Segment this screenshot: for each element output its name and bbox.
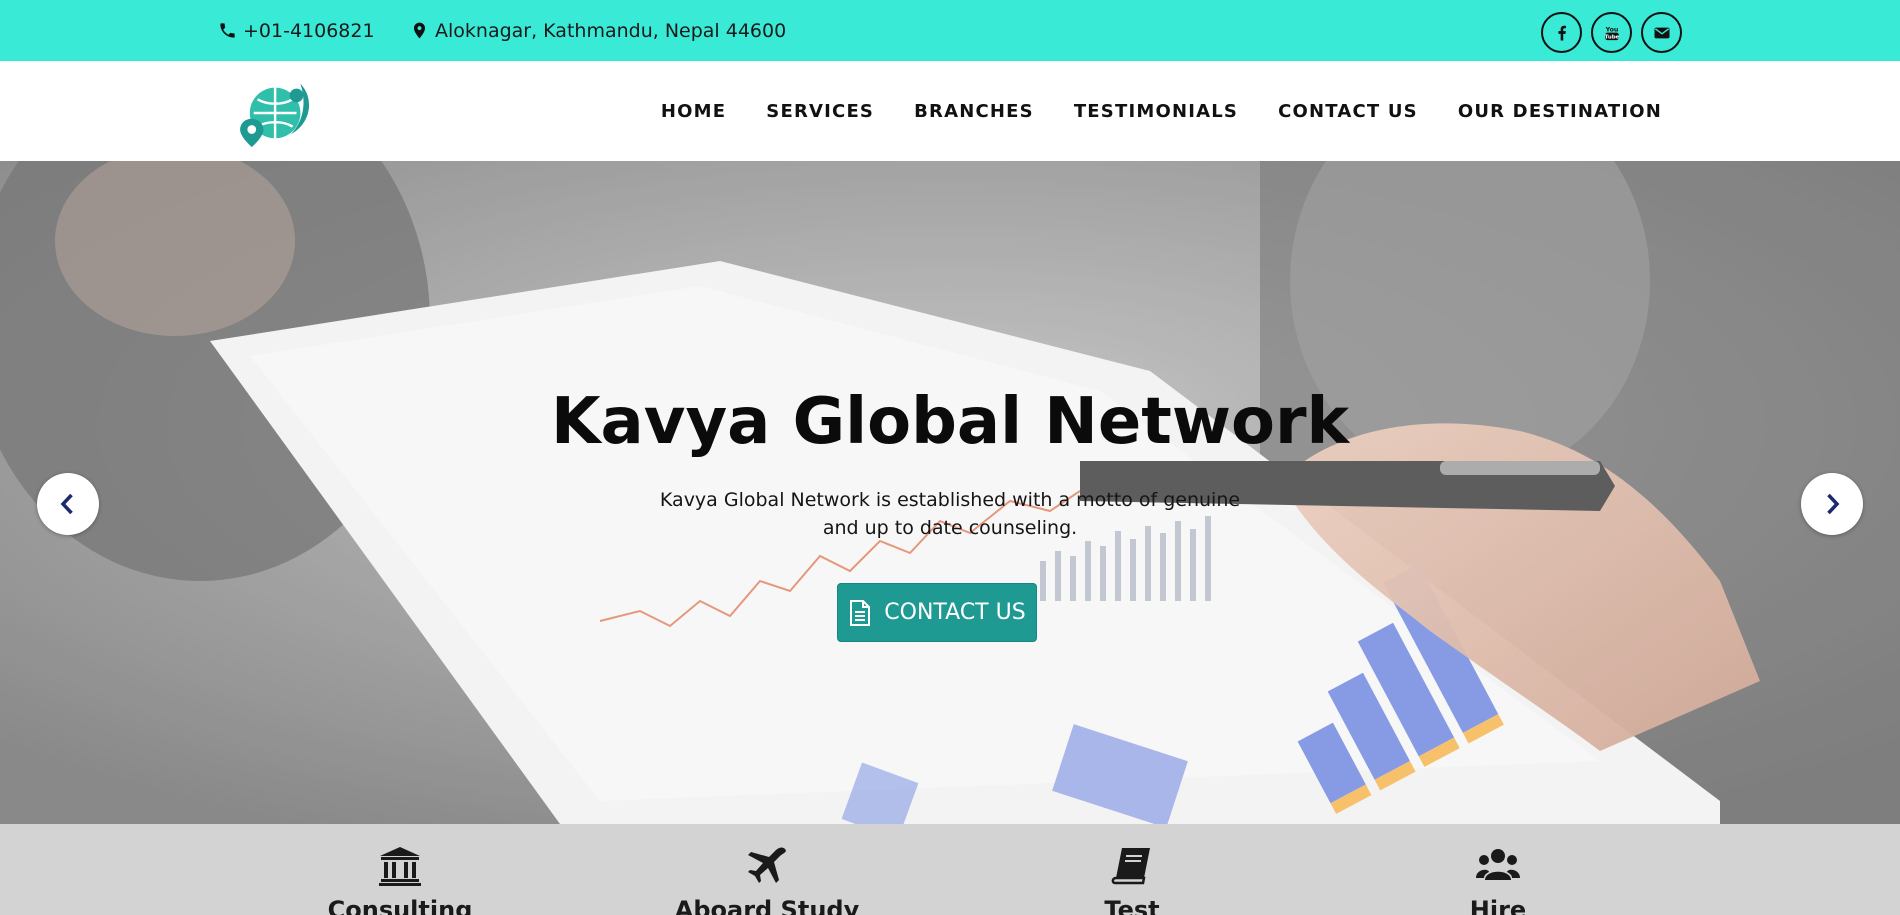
main-navbar: HOME SERVICES BRANCHES TESTIMONIALS CONT… xyxy=(0,61,1900,161)
hero-subtitle: Kavya Global Network is established with… xyxy=(659,489,1241,539)
hero-contact-button[interactable]: CONTACT US xyxy=(837,583,1037,642)
facebook-link[interactable] xyxy=(1541,12,1582,53)
document-icon xyxy=(850,599,871,626)
site-logo[interactable] xyxy=(240,76,318,148)
svg-text:Tube: Tube xyxy=(1604,34,1619,40)
hero-carousel: Kavya Global Network Kavya Global Networ… xyxy=(0,161,1900,824)
nav-contact-us[interactable]: CONTACT US xyxy=(1278,101,1418,122)
nav-services[interactable]: SERVICES xyxy=(766,101,874,122)
facebook-icon xyxy=(1557,25,1566,40)
nav-branches[interactable]: BRANCHES xyxy=(914,101,1034,122)
youtube-link[interactable]: You Tube xyxy=(1591,12,1632,53)
address-info: Aloknagar, Kathmandu, Nepal 44600 xyxy=(410,0,786,61)
phone-number: +01-4106821 xyxy=(243,19,375,42)
social-links: You Tube xyxy=(1541,12,1682,53)
plane-icon xyxy=(748,847,786,883)
hero-caption: Kavya Global Network Kavya Global Networ… xyxy=(0,161,1900,824)
bank-icon xyxy=(379,847,421,886)
nav-home[interactable]: HOME xyxy=(661,101,726,122)
main-menu: HOME SERVICES BRANCHES TESTIMONIALS CONT… xyxy=(661,61,1662,161)
service-hire[interactable]: Hire xyxy=(1388,846,1608,915)
carousel-next-button[interactable] xyxy=(1801,473,1863,535)
chevron-right-icon xyxy=(1827,493,1840,515)
carousel-prev-button[interactable] xyxy=(37,473,99,535)
hero-contact-button-label: CONTACT US xyxy=(884,600,1026,625)
service-consulting[interactable]: Consulting xyxy=(290,846,510,915)
nav-our-destination[interactable]: OUR DESTINATION xyxy=(1458,101,1662,122)
service-aboard-study-label: Aboard Study xyxy=(674,896,860,915)
service-consulting-label: Consulting xyxy=(327,896,473,915)
envelope-icon xyxy=(1654,27,1669,38)
services-strip: Consulting Aboard Study Test Hire xyxy=(0,824,1900,915)
book-icon xyxy=(1111,848,1150,885)
service-hire-label: Hire xyxy=(1469,896,1527,915)
svg-text:You: You xyxy=(1604,26,1618,33)
top-contact-bar: +01-4106821 Aloknagar, Kathmandu, Nepal … xyxy=(0,0,1900,61)
users-icon xyxy=(1476,849,1520,880)
nav-testimonials[interactable]: TESTIMONIALS xyxy=(1074,101,1238,122)
service-aboard-study[interactable]: Aboard Study xyxy=(657,846,877,915)
map-marker-icon xyxy=(413,22,426,39)
email-link[interactable] xyxy=(1641,12,1682,53)
address-text: Aloknagar, Kathmandu, Nepal 44600 xyxy=(435,19,787,42)
phone-info[interactable]: +01-4106821 xyxy=(218,0,375,61)
logo-globe-icon xyxy=(240,83,310,148)
hero-title: Kavya Global Network xyxy=(550,385,1350,459)
youtube-icon: You Tube xyxy=(1604,26,1619,40)
phone-icon xyxy=(220,23,235,38)
chevron-left-icon xyxy=(60,493,73,515)
service-test[interactable]: Test xyxy=(1022,846,1242,915)
service-test-label: Test xyxy=(1104,896,1160,915)
